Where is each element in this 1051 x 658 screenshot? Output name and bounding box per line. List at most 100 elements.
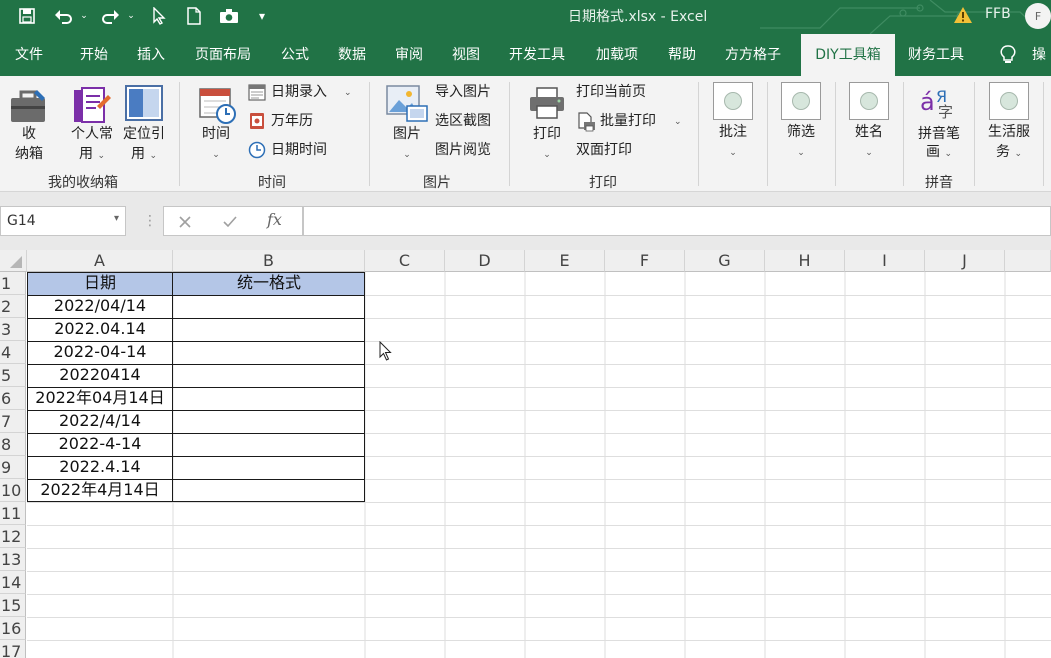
region-screenshot-button[interactable]: 选区截图 [435,112,491,131]
select-all-corner[interactable] [0,250,27,272]
date-cell[interactable]: 20220414 [27,364,173,387]
row-header[interactable]: 3 [0,318,26,341]
redo-dropdown-icon[interactable]: ⌄ [125,5,137,27]
column-header-c[interactable]: C [365,250,445,272]
row-header[interactable]: 11 [0,502,26,525]
camera-icon[interactable] [217,5,241,27]
row-header[interactable]: 16 [0,617,26,640]
column-header-h[interactable]: H [765,250,845,272]
import-picture-button[interactable]: 导入图片 [435,83,491,102]
new-document-icon[interactable] [183,5,205,27]
cell-b1-header[interactable]: 统一格式 [173,272,365,295]
tab-review[interactable]: 审阅 [395,34,423,76]
group-label-picture: 图片 [423,175,451,191]
spreadsheet-grid[interactable]: A B C D E F G H I J K [0,250,1051,658]
row-header[interactable]: 1 [0,272,26,295]
customize-toolbar-icon[interactable]: ▾ [255,5,269,27]
name-box-dropdown-icon[interactable]: ▾ [114,213,119,224]
cancel-icon[interactable] [178,215,192,229]
undo-dropdown-icon[interactable]: ⌄ [78,5,90,27]
comment-label: 批注 [719,124,747,140]
tab-home[interactable]: 开始 [80,34,108,76]
date-cell[interactable]: 2022/04/14 [27,295,173,318]
life-services-label-1: 生活服 [988,124,1030,140]
redo-icon[interactable] [98,5,122,27]
insert-function-icon[interactable]: fx [267,210,282,229]
locate-label-2: 用 ⌄ [131,146,157,162]
row-header[interactable]: 15 [0,594,26,617]
tab-data[interactable]: 数据 [338,34,366,76]
tab-addins[interactable]: 加载项 [596,34,638,76]
column-header-d[interactable]: D [445,250,525,272]
formula-input[interactable] [303,206,1051,236]
save-icon[interactable] [14,5,40,27]
column-header-f[interactable]: F [605,250,685,272]
column-header-j[interactable]: J [925,250,1005,272]
row-header[interactable]: 5 [0,364,26,387]
picture-browse-button[interactable]: 图片阅览 [435,141,491,160]
avatar[interactable]: F [1025,3,1051,29]
pinyin-label-1: 拼音笔 [918,126,960,142]
row-header[interactable]: 17 [0,640,26,658]
tab-operate[interactable]: 操 [1032,34,1046,76]
group-separator [179,82,180,186]
enter-icon[interactable] [222,215,238,229]
personal-label-2: 用 ⌄ [79,146,105,162]
row-header[interactable]: 12 [0,525,26,548]
print-current-page-button[interactable]: 打印当前页 [576,83,646,102]
date-cell[interactable]: 2022年4月14日 [27,479,173,502]
datetime-label: 日期时间 [271,142,327,158]
tab-help[interactable]: 帮助 [668,34,696,76]
print-label: 打印 [533,126,561,142]
date-cell[interactable]: 2022/4/14 [27,410,173,433]
personal-label-1: 个人常 [71,126,113,142]
name-box-value: G14 [7,213,36,229]
user-name[interactable]: FFB [985,6,1011,22]
select-pointer-icon[interactable] [148,5,170,27]
row-header[interactable]: 10 [0,479,26,502]
life-services-label-2: 务 ⌄ [996,144,1022,160]
warning-icon[interactable] [953,5,973,25]
tab-file[interactable]: 文件 [15,34,43,76]
row-header[interactable]: 8 [0,433,26,456]
cell-a1-header[interactable]: 日期 [27,272,173,295]
tab-developer[interactable]: 开发工具 [509,34,565,76]
column-header-g[interactable]: G [685,250,765,272]
filter-dropdown-icon: ⌄ [797,148,805,158]
column-header-a[interactable]: A [27,250,173,272]
date-cell[interactable]: 2022-04-14 [27,341,173,364]
row-header[interactable]: 9 [0,456,26,479]
undo-icon[interactable] [52,5,76,27]
lightbulb-icon[interactable] [1000,34,1022,76]
column-header-k[interactable]: K [1005,250,1051,272]
tab-page-layout[interactable]: 页面布局 [195,34,251,76]
group-separator [1043,82,1044,186]
duplex-print-button[interactable]: 双面打印 [576,141,632,160]
tab-insert[interactable]: 插入 [137,34,165,76]
name-box[interactable]: G14 ▾ [0,206,126,236]
tab-formulas[interactable]: 公式 [281,34,309,76]
pinyin-icon: á Я 字 [920,87,953,120]
tab-fangfang[interactable]: 方方格子 [725,34,781,76]
column-header-i[interactable]: I [845,250,925,272]
group-separator [767,82,768,186]
column-header-b[interactable]: B [173,250,365,272]
group-separator [698,82,699,186]
splitter-dots-icon[interactable]: ⋮ [143,212,157,230]
date-cell[interactable]: 2022年04月14日 [27,387,173,410]
row-header[interactable]: 14 [0,571,26,594]
group-label-pinyin: 拼音 [925,175,953,191]
row-header[interactable]: 7 [0,410,26,433]
date-cell[interactable]: 2022.04.14 [27,318,173,341]
date-cell[interactable]: 2022-4-14 [27,433,173,456]
column-header-e[interactable]: E [525,250,605,272]
row-header[interactable]: 13 [0,548,26,571]
row-header[interactable]: 6 [0,387,26,410]
tab-diy-toolbox[interactable]: DIY工具箱 [801,34,895,76]
tab-view[interactable]: 视图 [452,34,480,76]
title-bar: ⌄ ⌄ ▾ 日期格式.xlsx - Excel FFB F [0,0,1051,34]
row-header[interactable]: 4 [0,341,26,364]
tab-finance-tools[interactable]: 财务工具 [908,34,964,76]
row-header[interactable]: 2 [0,295,26,318]
date-cell[interactable]: 2022.4.14 [27,456,173,479]
